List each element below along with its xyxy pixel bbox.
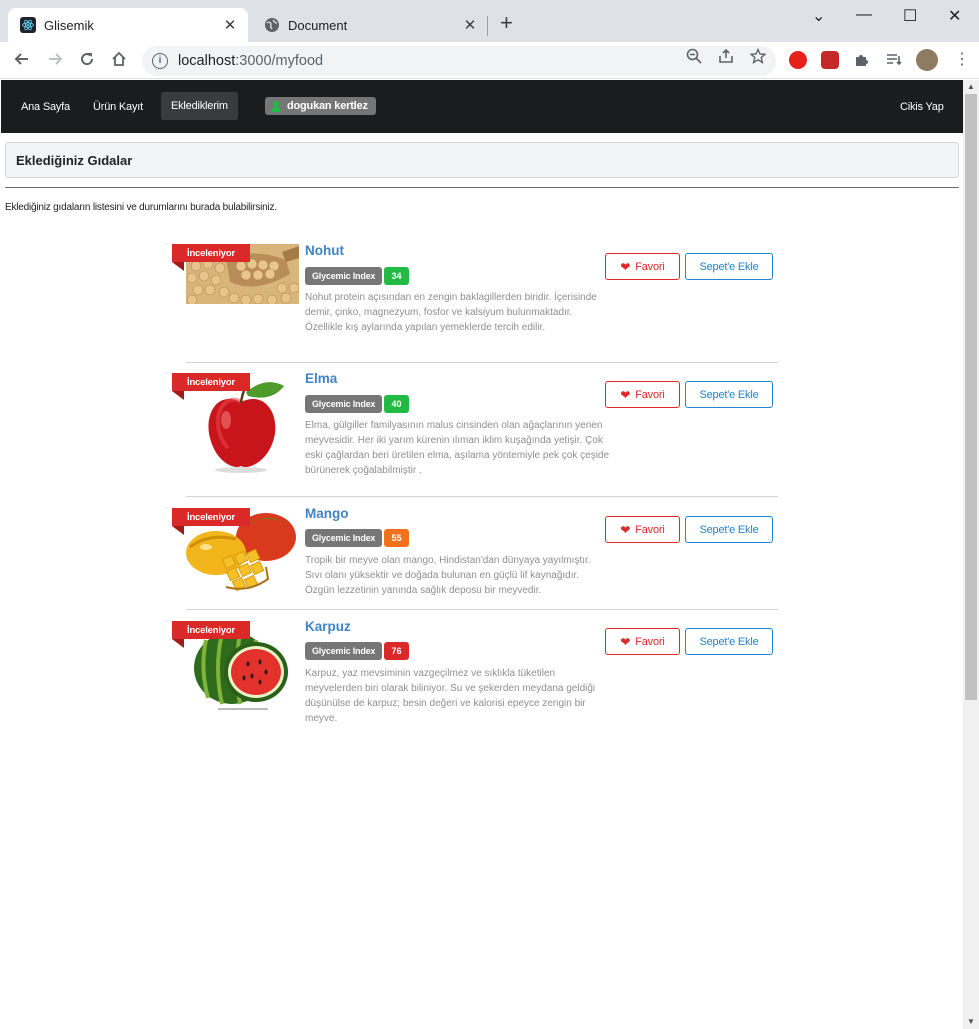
minimize-button[interactable]: — xyxy=(856,6,872,24)
food-item-nohut: İnceleniyor Nohut Glycemic Index 34 Nohu… xyxy=(172,243,778,363)
status-ribbon: İnceleniyor xyxy=(172,244,250,271)
heart-icon: ❤ xyxy=(620,634,631,649)
heart-icon: ❤ xyxy=(620,522,631,537)
favorite-button[interactable]: ❤ Favori xyxy=(605,628,680,655)
browser-tab-glisemik[interactable]: Glisemik ✕ xyxy=(8,8,248,42)
tab-close-icon[interactable]: ✕ xyxy=(220,16,240,34)
scrollbar-thumb[interactable] xyxy=(965,94,977,700)
food-item-elma: İnceleniyor Elma Glycemic Index 40 Elma,… xyxy=(172,371,778,497)
nav-ana-sayfa[interactable]: Ana Sayfa xyxy=(11,93,80,120)
puzzle-extensions-icon[interactable] xyxy=(853,51,871,69)
status-ribbon: İnceleniyor xyxy=(172,508,250,535)
nav-urun-kayit[interactable]: Ürün Kayıt xyxy=(83,93,153,120)
add-to-cart-button[interactable]: Sepet'e Ekle xyxy=(685,516,773,543)
reading-list-icon[interactable] xyxy=(885,51,903,69)
status-ribbon: İnceleniyor xyxy=(172,373,250,400)
food-description: Nohut protein açısından en zengin baklag… xyxy=(305,292,597,333)
status-ribbon: İnceleniyor xyxy=(172,621,250,648)
glycemic-index-label: Glycemic Index xyxy=(305,642,383,660)
favorite-button[interactable]: ❤ Favori xyxy=(605,381,680,408)
food-name[interactable]: Mango xyxy=(305,506,349,521)
react-icon xyxy=(20,17,36,33)
glycemic-index-value: 76 xyxy=(384,642,409,660)
home-icon[interactable] xyxy=(110,50,128,72)
logout-link[interactable]: Cikis Yap xyxy=(890,93,954,120)
tab-separator xyxy=(487,16,488,36)
page-scrollbar[interactable]: ▲ ▼ xyxy=(963,80,979,1029)
glycemic-index-label: Glycemic Index xyxy=(305,529,383,547)
page-title: Eklediğiniz Gıdalar xyxy=(5,142,959,178)
share-icon[interactable] xyxy=(718,48,734,68)
food-description: Elma, gülgiller familyasının malus cinsi… xyxy=(305,420,610,476)
add-to-cart-button[interactable]: Sepet'e Ekle xyxy=(685,628,773,655)
food-name[interactable]: Nohut xyxy=(305,243,344,258)
glycemic-index-label: Glycemic Index xyxy=(305,395,383,413)
glycemic-index-value: 55 xyxy=(384,529,409,547)
user-label: dogukan kertlez xyxy=(265,97,376,115)
scroll-down-icon[interactable]: ▼ xyxy=(967,1017,975,1026)
nav-eklediklerim[interactable]: Eklediklerim xyxy=(161,92,238,120)
user-icon xyxy=(271,100,281,112)
reload-icon[interactable] xyxy=(78,50,96,72)
glycemic-index-label: Glycemic Index xyxy=(305,267,383,285)
item-divider xyxy=(186,496,778,497)
close-window-button[interactable]: ✕ xyxy=(948,6,961,26)
scroll-up-icon[interactable]: ▲ xyxy=(967,82,975,91)
url-text: localhost:3000/myfood xyxy=(178,53,324,69)
back-arrow-icon[interactable] xyxy=(13,50,31,72)
browser-tab-document[interactable]: Document ✕ xyxy=(252,8,488,42)
site-info-icon[interactable]: i xyxy=(152,53,168,69)
food-item-karpuz: İnceleniyor Karpuz Glycemic Index 76 Kar… xyxy=(172,619,778,730)
item-divider xyxy=(186,362,778,363)
menu-dots-icon[interactable]: ⋮ xyxy=(954,49,970,69)
favorite-button[interactable]: ❤ Favori xyxy=(605,516,680,543)
add-to-cart-button[interactable]: Sepet'e Ekle xyxy=(685,381,773,408)
tab-close-icon[interactable]: ✕ xyxy=(460,16,480,34)
tab-title: Document xyxy=(288,17,348,33)
globe-icon xyxy=(264,17,280,33)
address-bar[interactable]: i localhost:3000/myfood xyxy=(142,46,776,76)
glycemic-index-value: 40 xyxy=(384,395,409,413)
tab-search-chevron-icon[interactable]: ⌄ xyxy=(812,6,825,26)
favorite-button[interactable]: ❤ Favori xyxy=(605,253,680,280)
food-name[interactable]: Karpuz xyxy=(305,619,351,634)
food-description: Karpuz, yaz mevsiminin vazgeçilmez ve sı… xyxy=(305,668,596,724)
glycemic-index-value: 34 xyxy=(384,267,409,285)
heart-icon: ❤ xyxy=(620,387,631,402)
forward-arrow-icon[interactable] xyxy=(46,50,64,72)
zoom-icon[interactable] xyxy=(686,48,702,68)
maximize-button[interactable]: ☐ xyxy=(903,6,917,26)
food-item-mango: İnceleniyor Mango Glycemic Index 55 Trop… xyxy=(172,506,778,610)
user-name: dogukan kertlez xyxy=(287,100,368,112)
browser-toolbar: i localhost:3000/myfood ⋮ xyxy=(0,42,979,79)
tab-title: Glisemik xyxy=(44,17,94,33)
adblock-extension-icon[interactable] xyxy=(789,51,807,69)
page-description: Eklediğiniz gıdaların listesini ve durum… xyxy=(5,202,277,213)
food-name[interactable]: Elma xyxy=(305,371,337,386)
item-divider xyxy=(186,609,778,610)
add-to-cart-button[interactable]: Sepet'e Ekle xyxy=(685,253,773,280)
new-tab-button[interactable]: + xyxy=(500,12,513,34)
app-navbar: Ana Sayfa Ürün Kayıt Eklediklerim Cikis … xyxy=(1,80,963,133)
browser-tabbar: Glisemik ✕ Document ✕ + ⌄ — ☐ ✕ xyxy=(0,0,979,42)
heart-icon: ❤ xyxy=(620,259,631,274)
divider xyxy=(5,187,959,188)
extension-icon[interactable] xyxy=(821,51,839,69)
profile-avatar[interactable] xyxy=(916,49,938,71)
bookmark-star-icon[interactable] xyxy=(749,47,767,68)
food-description: Tropik bir meyve olan mango, Hindistan'd… xyxy=(305,555,591,596)
